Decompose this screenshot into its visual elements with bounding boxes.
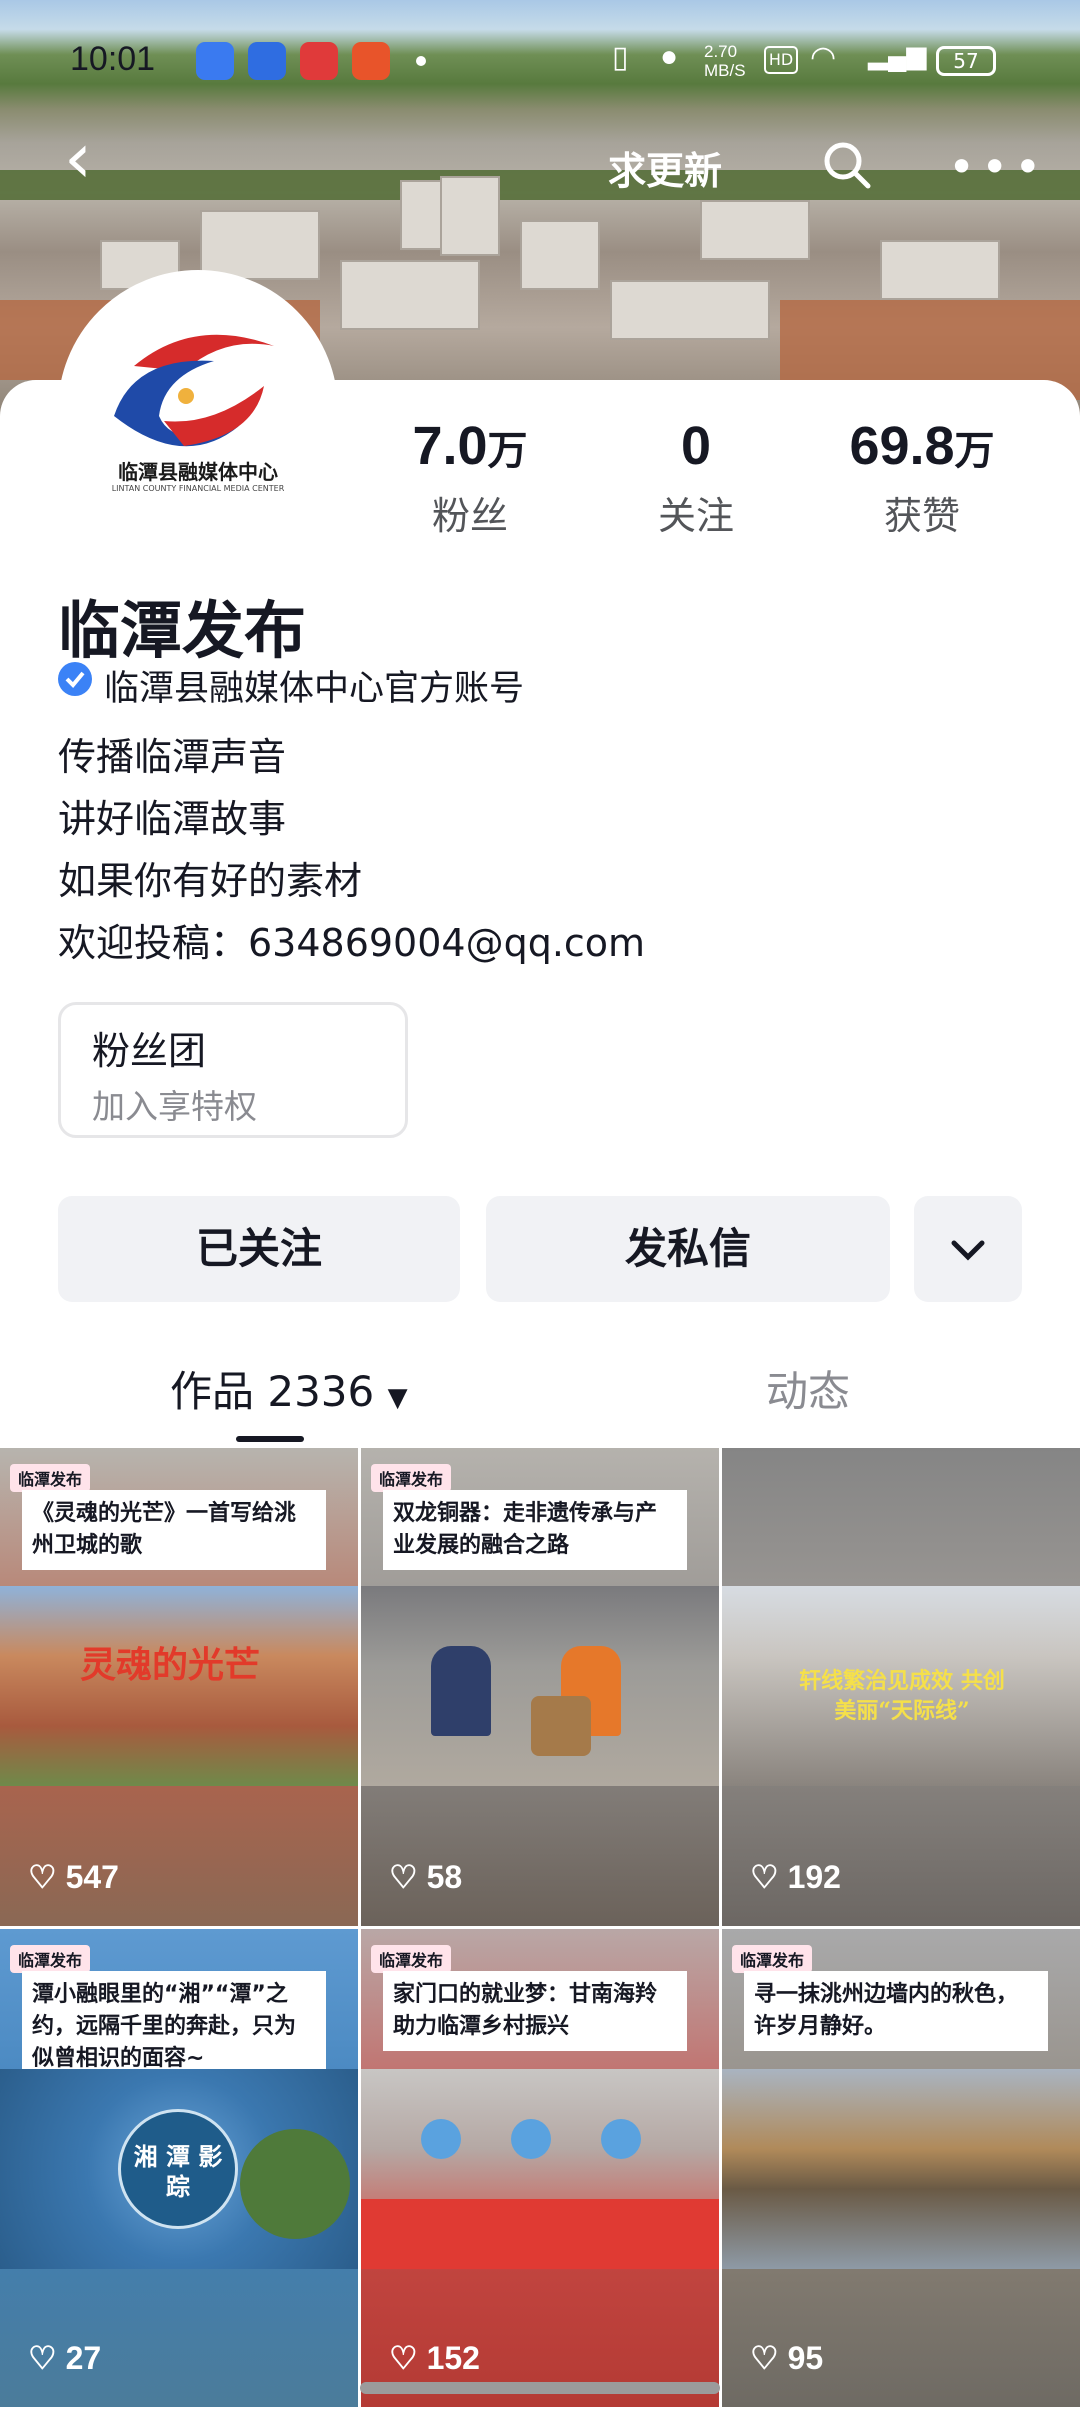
video-thumbnail — [361, 2069, 719, 2269]
video-tile[interactable]: 临潭发布 家门口的就业梦：甘南海羚助力临潭乡村振兴 ♡ 152 — [361, 1929, 719, 2407]
battery-icon: 57 — [936, 46, 996, 76]
video-caption: 《灵魂的光芒》一首写给洮州卫城的歌 — [22, 1490, 326, 1570]
video-likes-count: 192 — [787, 1859, 841, 1895]
request-update-button[interactable]: 求更新 — [0, 140, 1080, 195]
hd-icon: HD — [764, 46, 798, 74]
video-tag: 临潭发布 — [10, 1945, 91, 1973]
home-indicator[interactable] — [360, 2382, 720, 2394]
fan-club-title: 粉丝团 — [92, 1029, 207, 1073]
video-caption: 寻一抹洮州边墙内的秋色，许岁月静好。 — [744, 1971, 1048, 2051]
search-icon[interactable] — [820, 138, 874, 192]
video-thumbnail: 轩线繁治见成效 共创美丽“天际线” — [722, 1586, 1080, 1786]
likes-unit: 万 — [954, 429, 995, 473]
fan-club-subtitle: 加入享特权 — [92, 1087, 257, 1126]
avatar-title: 临潭县融媒体中心 — [118, 460, 278, 484]
video-tile[interactable]: 临潭发布 潭小融眼里的“湘”“潭”之约，远隔千里的奔赴，只为似曾相识的面容~ 湘… — [0, 1929, 358, 2407]
bio-line: 如果你有好的素材 — [58, 859, 363, 903]
likes-label: 获赞 — [883, 494, 960, 538]
video-likes: ♡ 27 — [28, 2340, 102, 2376]
video-thumbnail — [361, 1586, 719, 1786]
following-stat[interactable]: 0 关注 — [596, 415, 796, 540]
video-tile[interactable]: 轩线繁治见成效 共创美丽“天际线” ♡ 192 — [722, 1448, 1080, 1926]
following-count: 0 — [680, 416, 712, 476]
video-thumbnail: 湘 潭 影 踪 — [0, 2069, 358, 2269]
video-caption: 家门口的就业梦：甘南海羚助力临潭乡村振兴 — [383, 1971, 687, 2051]
network-speed: 2.70 MB/S — [704, 42, 746, 80]
video-tag: 临潭发布 — [10, 1464, 91, 1492]
verified-check-icon — [58, 662, 92, 696]
bio-line: 讲好临潭故事 — [58, 797, 287, 841]
video-likes: ♡ 95 — [750, 2340, 824, 2376]
video-tile[interactable]: 临潭发布 《灵魂的光芒》一首写给洮州卫城的歌 灵魂的光芒 ♡ 547 — [0, 1448, 358, 1926]
more-notifications-dot — [416, 56, 426, 66]
video-thumbnail — [722, 2069, 1080, 2269]
bio-line: 传播临潭声音 — [58, 735, 287, 779]
video-likes: ♡ 152 — [389, 2340, 480, 2376]
video-tag: 临潭发布 — [371, 1464, 452, 1492]
vibrate-icon: ▯ — [612, 41, 629, 74]
caret-down-icon: ▼ — [387, 1383, 408, 1413]
app-notification-icon — [196, 42, 234, 80]
avatar-subtitle: LINTAN COUNTY FINANCIAL MEDIA CENTER — [111, 484, 285, 493]
video-likes-count: 152 — [426, 2340, 480, 2376]
likes-stat[interactable]: 69.8万 获赞 — [822, 415, 1022, 540]
wifi-icon: ◠ — [810, 41, 837, 74]
shopping-notification-icon — [300, 42, 338, 80]
video-likes: ♡ 58 — [389, 1859, 463, 1895]
video-overlay-text: 灵魂的光芒 — [80, 1644, 261, 1686]
video-likes: ♡ 192 — [750, 1859, 841, 1895]
video-likes-count: 58 — [426, 1859, 463, 1895]
following-label: 关注 — [657, 494, 734, 538]
more-options-icon[interactable]: ••• — [948, 140, 1047, 194]
video-caption: 潭小融眼里的“湘”“潭”之约，远隔千里的奔赴，只为似曾相识的面容~ — [22, 1971, 326, 2083]
expand-recommendations-button[interactable] — [914, 1196, 1022, 1302]
tab-works[interactable]: 作品 2336 ▼ — [170, 1358, 408, 1419]
video-tag: 临潭发布 — [371, 1945, 452, 1973]
location-icon: ● — [660, 40, 679, 73]
baidu-notification-icon — [248, 42, 286, 80]
video-tile[interactable]: 临潭发布 寻一抹洮州边墙内的秋色，许岁月静好。 ♡ 95 — [722, 1929, 1080, 2407]
video-overlay-text: 湘 潭 影 踪 — [118, 2109, 238, 2229]
profile-name: 临潭发布 — [58, 594, 307, 667]
tab-works-label: 作品 2336 — [170, 1367, 375, 1416]
followers-count: 7.0 — [412, 416, 488, 476]
taobao-notification-icon — [352, 42, 390, 80]
video-likes-count: 95 — [787, 2340, 824, 2376]
tab-dynamic[interactable]: 动态 — [766, 1358, 850, 1419]
video-likes-count: 27 — [65, 2340, 102, 2376]
video-likes-count: 547 — [65, 1859, 119, 1895]
video-tile[interactable]: 临潭发布 双龙铜器：走非遗传承与产业发展的融合之路 ♡ 58 — [361, 1448, 719, 1926]
followers-label: 粉丝 — [431, 494, 508, 538]
video-likes: ♡ 547 — [28, 1859, 119, 1895]
verified-account-text: 临潭县融媒体中心官方账号 — [104, 669, 525, 709]
signal-icon: ▂▄▆ — [868, 40, 927, 70]
video-tag: 临潭发布 — [732, 1945, 813, 1973]
send-message-button[interactable]: 发私信 — [486, 1196, 890, 1302]
video-thumbnail: 灵魂的光芒 — [0, 1586, 358, 1786]
video-caption: 双龙铜器：走非遗传承与产业发展的融合之路 — [383, 1490, 687, 1570]
avatar[interactable]: 临潭县融媒体中心 LINTAN COUNTY FINANCIAL MEDIA C… — [58, 270, 338, 550]
tab-active-indicator — [236, 1436, 304, 1442]
followed-button[interactable]: 已关注 — [58, 1196, 460, 1302]
followers-unit: 万 — [487, 429, 528, 473]
likes-count: 69.8 — [849, 416, 955, 476]
bio-contact-line: 欢迎投稿：634869004@qq.com — [58, 921, 646, 965]
status-time: 10:01 — [70, 40, 156, 78]
followers-stat[interactable]: 7.0万 粉丝 — [370, 415, 570, 540]
video-overlay-text: 轩线繁治见成效 共创美丽“天际线” — [799, 1668, 1005, 1724]
